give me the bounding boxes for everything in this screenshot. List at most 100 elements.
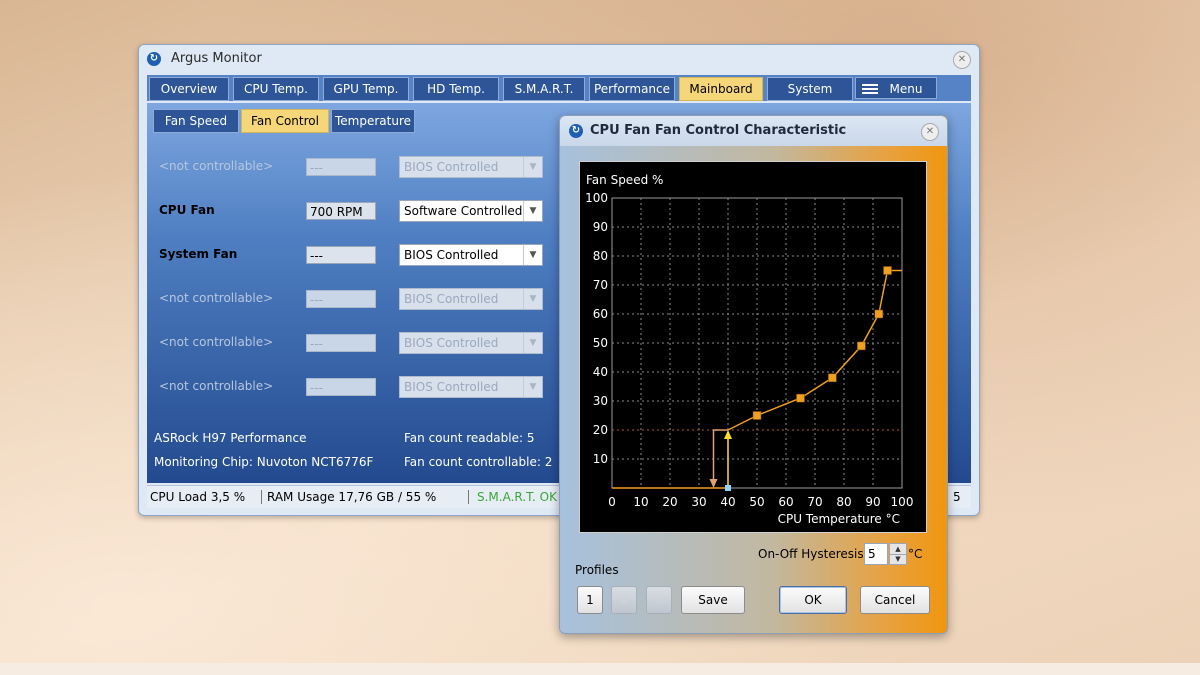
fan-mode-select: BIOS Controlled ▼ xyxy=(399,288,543,310)
y-axis-label: Fan Speed % xyxy=(586,173,663,187)
x-tick-label: 80 xyxy=(836,495,851,509)
tab-gpu-temp[interactable]: GPU Temp. xyxy=(323,77,409,101)
fan-rpm: --- xyxy=(306,158,376,176)
x-tick-label: 30 xyxy=(691,495,706,509)
curve-point[interactable] xyxy=(883,266,892,275)
fan-count-controllable: Fan count controllable: 2 xyxy=(404,455,553,469)
close-icon[interactable]: ✕ xyxy=(953,51,971,69)
fan-name: CPU Fan xyxy=(159,203,215,217)
subtab-fan-speed[interactable]: Fan Speed xyxy=(153,109,239,133)
smart-status: S.M.A.R.T. OK xyxy=(477,490,557,504)
fan-mode-select: BIOS Controlled ▼ xyxy=(399,156,543,178)
status-separator xyxy=(468,490,469,504)
fan-mode-value: BIOS Controlled xyxy=(404,160,499,174)
fan-mode-select: BIOS Controlled ▼ xyxy=(399,332,543,354)
fan-name: <not controllable> xyxy=(159,159,274,173)
fan-rpm: --- xyxy=(306,290,376,308)
y-tick-label: 30 xyxy=(593,394,608,408)
titlebar: ↻ Argus Monitor ✕ xyxy=(139,45,979,73)
tab-label: System xyxy=(787,82,833,96)
subtab-label: Fan Speed xyxy=(164,114,228,128)
curve-point[interactable] xyxy=(752,411,762,420)
subtab-label: Temperature xyxy=(334,114,411,128)
dialog-title: CPU Fan Fan Control Characteristic xyxy=(590,123,847,138)
fan-rpm: --- xyxy=(306,334,376,352)
tab-system[interactable]: System xyxy=(767,77,853,101)
curve-start-handle[interactable] xyxy=(725,485,731,491)
ok-button[interactable]: OK xyxy=(779,586,847,614)
monitoring-chip: Monitoring Chip: Nuvoton NCT6776F xyxy=(154,455,374,469)
spin-down-icon[interactable]: ▼ xyxy=(890,554,906,564)
y-tick-label: 100 xyxy=(585,191,608,205)
tab-cpu-temp[interactable]: CPU Temp. xyxy=(233,77,319,101)
profile-1-button[interactable]: 1 xyxy=(577,586,603,614)
fan-mode-select[interactable]: BIOS Controlled ▼ xyxy=(399,244,543,266)
chevron-down-icon: ▼ xyxy=(523,377,542,397)
close-icon[interactable]: ✕ xyxy=(921,123,939,141)
tab-label: CPU Temp. xyxy=(243,82,308,96)
profile-2-button[interactable]: ★ xyxy=(611,586,637,614)
window-title: Argus Monitor xyxy=(171,51,262,66)
chevron-down-icon[interactable]: ▼ xyxy=(523,201,542,221)
x-tick-label: 20 xyxy=(662,495,677,509)
chevron-down-icon: ▼ xyxy=(523,157,542,177)
x-tick-label: 90 xyxy=(865,495,880,509)
curve-point[interactable] xyxy=(796,393,805,403)
cancel-button[interactable]: Cancel xyxy=(860,586,930,614)
fan-name: <not controllable> xyxy=(159,379,274,393)
curve-point[interactable] xyxy=(874,309,884,319)
tab-performance[interactable]: Performance xyxy=(589,77,675,101)
hamburger-icon xyxy=(862,84,878,94)
hysteresis-up-arrow xyxy=(724,430,732,439)
chart-canvas[interactable]: 10 20 30 40 50 60 70 80 90 100 0 10 20 30 40 50 60 70 80 90… xyxy=(580,162,926,532)
fan-mode-value: BIOS Controlled xyxy=(404,380,499,394)
main-tabbar: Overview CPU Temp. GPU Temp. HD Temp. S.… xyxy=(147,75,971,101)
fan-rpm: 700 RPM xyxy=(306,202,376,220)
tab-label: Menu xyxy=(889,82,923,96)
y-tick-label: 20 xyxy=(593,423,608,437)
curve-point[interactable] xyxy=(828,373,837,383)
tab-hd-temp[interactable]: HD Temp. xyxy=(413,77,499,101)
tab-overview[interactable]: Overview xyxy=(149,77,229,101)
y-tick-label: 10 xyxy=(593,452,608,466)
tab-mainboard[interactable]: Mainboard xyxy=(679,77,763,101)
status-extra: 5 xyxy=(953,490,961,504)
fan-curve-chart[interactable]: 10 20 30 40 50 60 70 80 90 100 0 10 20 30 40 50 60 70 80 90… xyxy=(579,161,927,533)
bottom-strip xyxy=(0,663,1200,675)
x-tick-label: 50 xyxy=(749,495,764,509)
ram-usage-status: RAM Usage 17,76 GB / 55 % xyxy=(267,490,437,504)
fan-mode-value: Software Controlled xyxy=(404,204,523,218)
curve-point[interactable] xyxy=(857,341,866,351)
y-tick-label: 70 xyxy=(593,278,608,292)
fan-name: <not controllable> xyxy=(159,335,274,349)
fan-mode-select[interactable]: Software Controlled ▼ xyxy=(399,200,543,222)
chevron-down-icon[interactable]: ▼ xyxy=(523,245,542,265)
x-tick-label: 0 xyxy=(608,495,616,509)
tab-label: Mainboard xyxy=(689,82,753,96)
tab-label: Performance xyxy=(593,82,671,96)
fan-mode-value: BIOS Controlled xyxy=(404,248,499,262)
y-tick-label: 50 xyxy=(593,336,608,350)
tab-menu[interactable]: Menu xyxy=(855,77,937,99)
fan-control-dialog: ↻ CPU Fan Fan Control Characteristic ✕ 1… xyxy=(559,115,948,634)
tab-label: S.M.A.R.T. xyxy=(514,82,574,96)
fan-name: System Fan xyxy=(159,247,238,261)
subtab-fan-control[interactable]: Fan Control xyxy=(241,109,329,133)
hysteresis-spinner[interactable]: ▲ ▼ xyxy=(889,543,907,565)
board-name: ASRock H97 Performance xyxy=(154,431,307,445)
chevron-down-icon: ▼ xyxy=(523,333,542,353)
x-axis-label: CPU Temperature °C xyxy=(778,512,900,526)
hysteresis-input[interactable]: 5 xyxy=(864,543,888,565)
hysteresis-label: On-Off Hysteresis xyxy=(758,547,864,561)
fan-mode-value: BIOS Controlled xyxy=(404,292,499,306)
fan-rpm: --- xyxy=(306,246,376,264)
fan-rpm: --- xyxy=(306,378,376,396)
subtab-label: Fan Control xyxy=(251,114,319,128)
save-button[interactable]: Save xyxy=(681,586,745,614)
y-tick-label: 80 xyxy=(593,249,608,263)
profile-3-button[interactable]: ★ xyxy=(646,586,672,614)
subtab-temperature[interactable]: Temperature xyxy=(331,109,415,133)
hysteresis-down-arrow xyxy=(709,479,718,488)
tab-smart[interactable]: S.M.A.R.T. xyxy=(503,77,585,101)
argus-logo-icon: ↻ xyxy=(569,124,583,138)
